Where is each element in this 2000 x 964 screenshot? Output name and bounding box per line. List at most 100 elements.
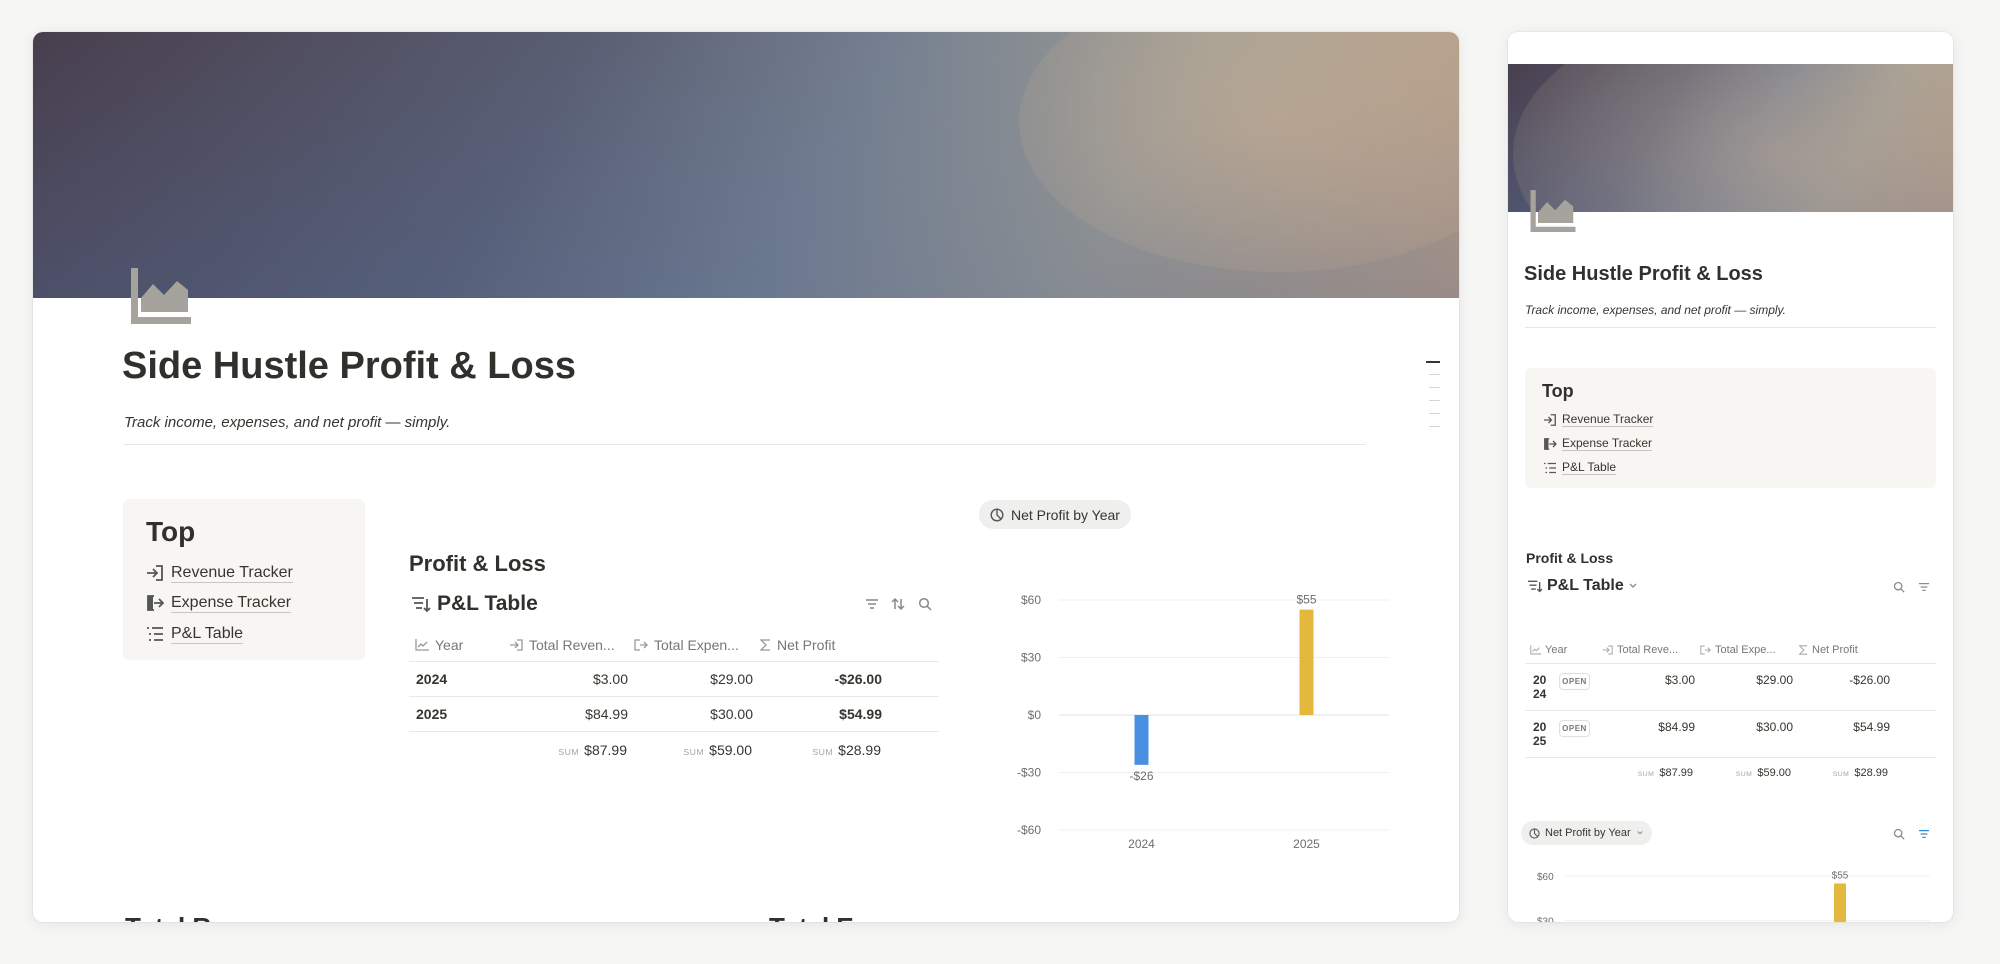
search-icon[interactable] [1893,581,1905,593]
column-header-label: Total Expen... [654,637,739,653]
database-title-text: P&L Table [1547,577,1624,594]
column-header-year[interactable]: Year [1530,637,1600,663]
cell-revenue: $3.00 [592,671,628,687]
cell-year: 20 24 [1533,673,1546,701]
pl-table: Year Total Reven... Total Expen... Net P… [409,628,939,778]
subtitle-divider [1525,327,1936,328]
table-row[interactable]: 2025 $84.99 $30.00 $54.99 [409,697,939,732]
column-header-expenses[interactable]: Total Expen... [634,628,754,662]
chevron-down-icon[interactable] [1636,830,1644,836]
cell-net-profit: $54.99 [839,706,882,722]
sort-icon[interactable] [891,597,905,611]
chart-line-icon [1530,645,1541,655]
filter-icon[interactable] [1918,829,1930,839]
sum-revenue[interactable]: SUM $87.99 [509,742,627,758]
table-row[interactable]: 2024 $3.00 $29.00 -$26.00 [409,662,939,697]
outline-dash[interactable] [1426,361,1440,363]
sign-in-icon [147,565,163,581]
page-subtitle: Track income, expenses, and net profit —… [124,414,451,431]
open-button[interactable]: OPEN [1559,720,1590,737]
sum-net-profit[interactable]: SUM $28.99 [1798,767,1888,779]
data-label: $55 [1296,593,1316,607]
toc-link-expense-tracker[interactable]: Expense Tracker [1543,436,1653,452]
y-tick-label: $30 [1537,917,1554,923]
column-header-label: Year [1545,644,1568,656]
sum-revenue[interactable]: SUM $87.99 [1602,767,1693,779]
open-button[interactable]: OPEN [1559,673,1590,690]
toc-item-label: P&L Table [171,624,244,645]
sum-value: $59.00 [709,742,752,758]
column-header-net-profit[interactable]: Net Profit [1798,637,1888,663]
area-chart-icon[interactable] [1530,190,1576,232]
sum-value: $87.99 [584,742,627,758]
list-icon [1544,462,1556,473]
table-row[interactable]: 20 25 OPEN $84.99 $30.00 $54.99 [1525,711,1936,758]
next-section-heading-left: Total R [125,912,211,922]
outline-dash[interactable] [1429,426,1440,427]
bar [1299,609,1314,715]
sum-expenses[interactable]: SUM $59.00 [634,742,752,758]
y-tick-label: $60 [1021,593,1041,607]
sum-expenses[interactable]: SUM $59.00 [1700,767,1791,779]
x-tick-label: 2024 [1128,837,1155,851]
column-header-revenue[interactable]: Total Reve... [1602,637,1695,663]
sum-label: SUM [683,747,705,757]
database-title[interactable]: P&L Table [411,592,538,616]
outline-dash[interactable] [1429,387,1440,388]
chart-view-label: Net Profit by Year [1011,506,1120,523]
cell-expenses: $29.00 [710,671,753,687]
sum-label: SUM [812,747,834,757]
sum-label: SUM [558,747,580,757]
filter-icon[interactable] [1918,582,1930,592]
cell-year: 20 25 [1533,720,1546,748]
toc-link-pl-table[interactable]: P&L Table [146,624,244,645]
search-icon[interactable] [1893,828,1905,840]
database-title-text: P&L Table [437,592,538,615]
page-cover[interactable] [33,32,1459,298]
chevron-down-icon[interactable] [1628,582,1638,590]
section-heading: Profit & Loss [409,551,546,576]
cell-expenses: $29.00 [1756,673,1793,687]
chart-view-tab[interactable]: Net Profit by Year [1521,821,1652,845]
cell-year-part: 20 [1533,673,1547,687]
sum-label: SUM [1637,771,1655,778]
column-header-revenue[interactable]: Total Reven... [509,628,629,662]
sum-net-profit[interactable]: SUM $28.99 [759,742,881,758]
toc-link-revenue-tracker[interactable]: Revenue Tracker [146,563,293,584]
area-chart-icon[interactable] [131,268,191,324]
column-header-net-profit[interactable]: Net Profit [759,628,879,662]
sum-value: $87.99 [1659,767,1693,779]
column-header-year[interactable]: Year [415,628,505,662]
outline-dash[interactable] [1429,413,1440,414]
sign-out-icon [147,595,164,611]
database-title[interactable]: P&L Table [1527,577,1638,595]
outline-dash[interactable] [1429,400,1440,401]
cell-year-part: 24 [1533,687,1547,701]
chart-line-icon [415,639,429,651]
filter-icon[interactable] [865,598,879,610]
cell-expenses: $30.00 [710,706,753,722]
sum-value: $28.99 [1854,767,1888,779]
net-profit-bar-chart: $60 $30 $0 -$30 -$60 -$26 2024 $55 2025 [1017,593,1389,851]
column-header-expenses[interactable]: Total Expe... [1700,637,1793,663]
table-row[interactable]: 20 24 OPEN $3.00 $29.00 -$26.00 [1525,664,1936,711]
y-tick-label: $60 [1537,872,1554,883]
y-tick-label: -$30 [1017,766,1041,780]
y-tick-label: -$60 [1017,823,1041,837]
cell-year-part: 25 [1533,734,1547,748]
list-icon [147,627,163,641]
toc-link-pl-table[interactable]: P&L Table [1543,460,1617,476]
outline-dash[interactable] [1429,374,1440,375]
toc-link-revenue-tracker[interactable]: Revenue Tracker [1543,412,1654,428]
sign-out-icon [634,639,648,651]
toc-item-label: Expense Tracker [1562,436,1653,452]
cell-year-part: 20 [1533,720,1547,734]
chart-view-tab[interactable]: Net Profit by Year [979,500,1131,529]
toc-link-expense-tracker[interactable]: Expense Tracker [146,593,292,614]
toc-item-label: P&L Table [1562,460,1617,476]
search-icon[interactable] [918,597,932,611]
pie-chart-icon [990,507,1004,522]
pl-table: Year Total Reve... Total Expe... Net Pro… [1525,637,1936,787]
toc-heading: Top [1542,381,1574,401]
column-header-label: Total Expe... [1715,644,1776,656]
